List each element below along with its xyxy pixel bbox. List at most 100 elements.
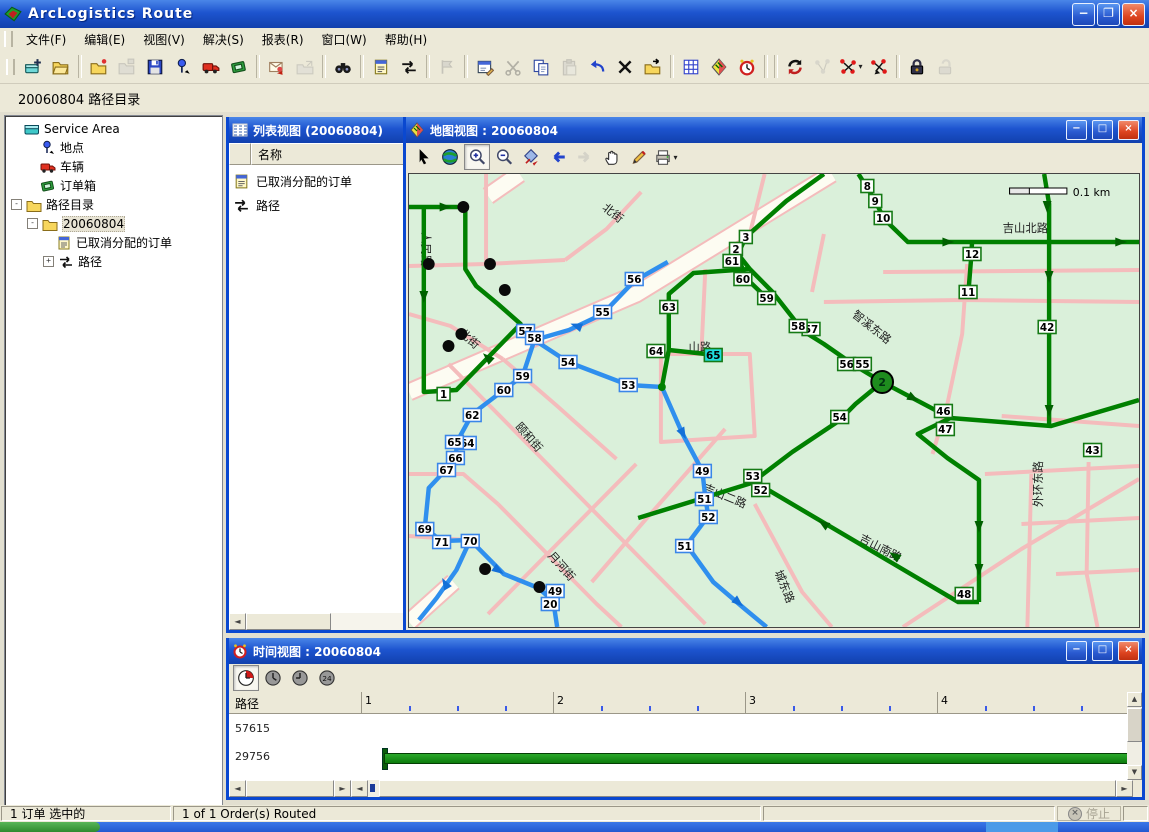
map-stop[interactable]: 69	[416, 523, 434, 537]
scroll-left-button[interactable]: ◄	[229, 613, 246, 630]
undo-button[interactable]	[583, 53, 611, 81]
close-button[interactable]: ×	[1122, 3, 1145, 26]
scroll-up-button[interactable]: ▲	[1127, 692, 1142, 707]
time-close-button[interactable]: ×	[1118, 641, 1139, 661]
routes-button[interactable]	[395, 53, 423, 81]
map-window-titlebar[interactable]: 地图视图 : 20060804 − □ ×	[406, 117, 1142, 143]
back-extent-tool[interactable]	[545, 144, 571, 170]
new-project-button[interactable]	[19, 53, 47, 81]
map-stop[interactable]: 51	[695, 493, 713, 507]
route-id-label[interactable]: 29756	[235, 750, 270, 763]
map-stop[interactable]: 53	[744, 470, 762, 484]
map-stop[interactable]: 59	[758, 292, 776, 306]
map-stop[interactable]: 71	[433, 536, 451, 550]
depot-marker[interactable]: 2	[871, 371, 893, 393]
scroll-right-button-2[interactable]: ►	[1116, 780, 1133, 797]
find-button[interactable]	[329, 53, 357, 81]
select-tool[interactable]	[410, 144, 436, 170]
tree-item-路径目录[interactable]: -路径目录	[5, 195, 222, 214]
route-time-bar[interactable]	[384, 753, 1127, 764]
menu-item-0[interactable]: 文件(F)	[17, 30, 75, 50]
vehicles-button[interactable]	[197, 53, 225, 81]
map-stop[interactable]: 58	[526, 332, 544, 346]
map-stop[interactable]: 70	[461, 535, 479, 549]
scroll-thumb-main[interactable]	[379, 780, 1116, 797]
scroll-right-button[interactable]: ►	[334, 780, 351, 797]
map-stop[interactable]: 54	[559, 356, 577, 370]
map-stop[interactable]: 64	[647, 345, 665, 359]
save-button[interactable]	[141, 53, 169, 81]
zoom-to-selected-tool[interactable]	[518, 144, 544, 170]
map-stop[interactable]: 49	[693, 465, 711, 479]
map-stop[interactable]: 62	[463, 409, 481, 423]
map-stop[interactable]: 8	[861, 180, 874, 194]
unassigned-orders-button[interactable]	[367, 53, 395, 81]
map-stop[interactable]: 20	[541, 598, 559, 612]
vscroll-thumb[interactable]	[1127, 708, 1142, 742]
menu-item-4[interactable]: 报表(R)	[253, 30, 313, 50]
lock-button[interactable]	[903, 53, 931, 81]
tree-item-订单箱[interactable]: 订单箱	[5, 176, 222, 195]
scroll-thumb-left[interactable]	[246, 780, 334, 797]
time-view-button[interactable]	[733, 53, 761, 81]
move-to-folder-button[interactable]	[639, 53, 667, 81]
tree-item-地点[interactable]: 地点	[5, 138, 222, 157]
tree-item-路径[interactable]: +路径	[5, 252, 222, 271]
tree-item-20060804[interactable]: -20060804	[5, 214, 222, 233]
map-minimize-button[interactable]: −	[1066, 120, 1087, 140]
scroll-left-button-2[interactable]: ◄	[351, 780, 368, 797]
menu-item-3[interactable]: 解决(S)	[194, 30, 253, 50]
scroll-thumb[interactable]	[246, 613, 331, 630]
menu-item-2[interactable]: 视图(V)	[134, 30, 194, 50]
menu-item-1[interactable]: 编辑(E)	[75, 30, 134, 50]
map-stop[interactable]: 52	[699, 511, 717, 525]
tree-item-Service Area[interactable]: Service Area	[5, 119, 222, 138]
tree-item-车辆[interactable]: 车辆	[5, 157, 222, 176]
map-stop[interactable]: 56	[625, 273, 643, 287]
map-canvas[interactable]: 北街人民路北街吉山北路外环东路智溪东路山路颐和街月河街吉山二路吉山南路城东路13…	[408, 173, 1140, 628]
new-folder-button[interactable]	[85, 53, 113, 81]
map-stop[interactable]: 47	[936, 423, 954, 437]
menu-item-5[interactable]: 窗口(W)	[313, 30, 376, 50]
map-stop[interactable]: 55	[854, 358, 872, 372]
menu-item-6[interactable]: 帮助(H)	[376, 30, 436, 50]
map-stop[interactable]: 11	[959, 286, 977, 300]
map-stop[interactable]: 59	[514, 370, 532, 384]
map-stop[interactable]: 12	[963, 248, 981, 262]
clock-3-button[interactable]	[287, 665, 313, 691]
stop-button[interactable]: × 停止	[1057, 806, 1121, 821]
dropdown-caret[interactable]: ▾	[673, 153, 677, 162]
start-button[interactable]	[0, 822, 100, 832]
map-stop[interactable]: 9	[869, 195, 882, 209]
map-stop[interactable]: 65	[704, 349, 722, 363]
map-stop[interactable]: 42	[1038, 321, 1056, 335]
clock-24-button[interactable]: 24	[314, 665, 340, 691]
zoom-out-tool[interactable]	[491, 144, 517, 170]
delete-button[interactable]	[611, 53, 639, 81]
map-stop[interactable]: 10	[874, 212, 892, 226]
time-maximize-button[interactable]: □	[1092, 641, 1113, 661]
clock-2-button[interactable]	[260, 665, 286, 691]
copy-button[interactable]	[527, 53, 555, 81]
map-stop[interactable]: 46	[935, 405, 953, 419]
tree-expander[interactable]: -	[11, 199, 22, 210]
map-stop[interactable]: 51	[676, 540, 694, 554]
zoom-in-tool[interactable]	[464, 144, 490, 170]
dropdown-caret[interactable]: ▾	[858, 62, 862, 71]
map-stop[interactable]: 60	[734, 273, 752, 287]
map-view-button[interactable]	[705, 53, 733, 81]
map-stop[interactable]: 61	[723, 255, 741, 269]
map-stop[interactable]: 67	[438, 464, 456, 478]
route-id-label[interactable]: 57615	[235, 722, 270, 735]
list-view-button[interactable]	[677, 53, 705, 81]
map-stop[interactable]: 53	[619, 379, 637, 393]
scroll-down-button[interactable]: ▼	[1127, 765, 1142, 780]
time-minimize-button[interactable]: −	[1066, 641, 1087, 661]
pie-clock-button[interactable]	[233, 665, 259, 691]
tree-item-已取消分配的订单[interactable]: 已取消分配的订单	[5, 233, 222, 252]
time-window-titlebar[interactable]: 时间视图 : 20060804 − □ ×	[229, 638, 1142, 664]
full-extent-tool[interactable]	[437, 144, 463, 170]
map-stop[interactable]: 1	[437, 388, 450, 402]
map-stop[interactable]: 65	[446, 436, 464, 450]
open-project-button[interactable]	[47, 53, 75, 81]
